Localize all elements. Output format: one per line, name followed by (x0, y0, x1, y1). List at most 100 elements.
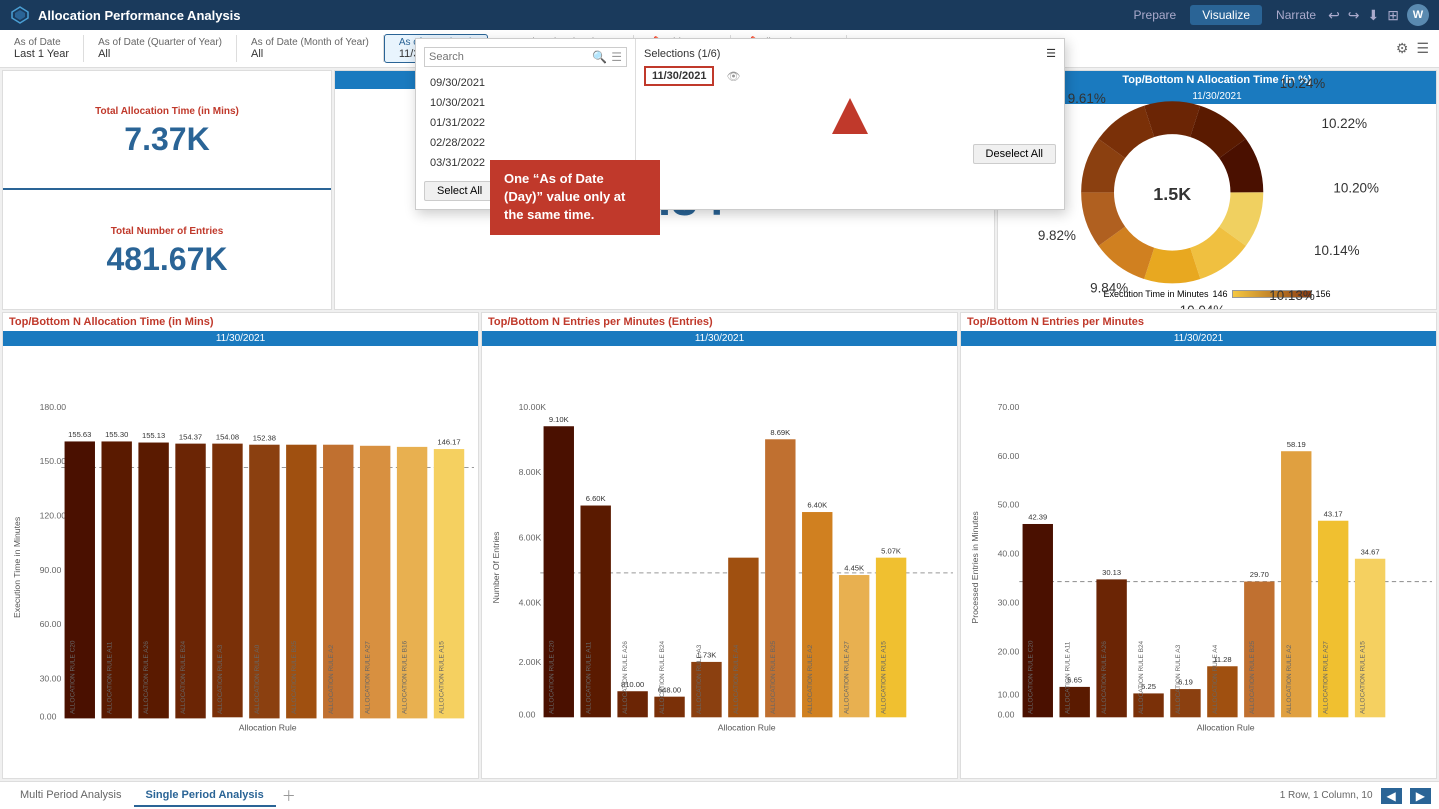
chart1-date: 11/30/2021 (3, 331, 478, 346)
pct-6: 10.04% (1180, 303, 1226, 310)
svg-text:ALLOCATION RULE A11: ALLOCATION RULE A11 (585, 641, 592, 714)
kpi-total-alloc: Total Allocation Time (in Mins) 7.37K (3, 71, 331, 190)
user-avatar[interactable]: W (1407, 4, 1429, 26)
svg-text:5.07K: 5.07K (881, 546, 901, 555)
svg-text:180.00: 180.00 (40, 402, 67, 412)
dd-date-2[interactable]: 10/30/2021 (424, 93, 627, 113)
svg-text:ALLOCATION RULE A2: ALLOCATION RULE A2 (1286, 644, 1293, 714)
svg-text:0.00: 0.00 (519, 709, 536, 719)
nav-prepare[interactable]: Prepare (1122, 5, 1189, 25)
selections-label: Selections (1/6) (644, 48, 720, 60)
svg-text:6.00K: 6.00K (519, 532, 542, 542)
arrow-container (644, 96, 1056, 136)
nav-narrate[interactable]: Narrate (1264, 5, 1328, 25)
pct-2: 10.22% (1321, 116, 1367, 131)
svg-text:Execution Time in Minutes: Execution Time in Minutes (12, 516, 22, 618)
filter-value-quarter: All (98, 48, 222, 60)
svg-text:ALLOCATION RULE A3: ALLOCATION RULE A3 (217, 644, 224, 714)
filter-month[interactable]: As of Date (Month of Year) All (237, 35, 384, 62)
svg-text:155.13: 155.13 (142, 431, 165, 440)
chart3-panel: Top/Bottom N Entries per Minutes 11/30/2… (960, 312, 1437, 779)
svg-text:ALLOCATION RULE A3: ALLOCATION RULE A3 (1175, 644, 1182, 714)
eye-icon[interactable]: 👁 (726, 70, 740, 83)
chart1-panel: Top/Bottom N Allocation Time (in Mins) 1… (2, 312, 479, 779)
svg-text:8.00K: 8.00K (519, 467, 542, 477)
filter-settings-icon[interactable]: ⚙ (1396, 40, 1409, 57)
svg-text:ALLOCATION RULE A15: ALLOCATION RULE A15 (881, 641, 888, 714)
svg-text:ALLOCATION RULE A3: ALLOCATION RULE A3 (696, 644, 703, 714)
svg-text:90.00: 90.00 (40, 565, 62, 575)
selection-chip: 11/30/2021 (644, 66, 714, 86)
header-actions: ↩ ↪ ⬇ ⊞ W (1328, 4, 1429, 26)
kpi-total-entries: Total Number of Entries 481.67K (3, 190, 331, 309)
header-nav: Prepare Visualize Narrate (1122, 5, 1329, 25)
selected-value: 11/30/2021 (652, 70, 706, 82)
svg-text:60.00: 60.00 (40, 619, 62, 629)
dropdown-right: Selections (1/6) ☰ 11/30/2021 👁 Deselect… (636, 39, 1064, 209)
app-logo (10, 5, 30, 25)
svg-text:Processed Entries in Minutes: Processed Entries in Minutes (970, 511, 980, 624)
svg-text:0.00: 0.00 (40, 711, 57, 721)
svg-text:6.40K: 6.40K (807, 501, 827, 510)
chart2-svg: 10.00K 8.00K 6.00K 4.00K 2.00K 0.00 Numb… (486, 350, 953, 774)
pct-1: 10.24% (1280, 76, 1326, 91)
selections-menu-icon[interactable]: ☰ (1046, 47, 1056, 60)
selection-row: 11/30/2021 👁 (644, 66, 1056, 86)
tooltip-text: One “As of Date (Day)” value only at the… (504, 171, 625, 222)
status-bar: 1 Row, 1 Column, 10 ◀ ▶ (1280, 788, 1431, 804)
svg-text:120.00: 120.00 (40, 511, 67, 521)
chart3-svg: 70.00 60.00 50.00 40.00 30.00 20.00 10.0… (965, 350, 1432, 774)
tab-multi-period[interactable]: Multi Period Analysis (8, 785, 134, 807)
svg-text:43.17: 43.17 (1324, 509, 1343, 518)
nav-right-icon[interactable]: ▶ (1410, 788, 1431, 804)
kpi-total-alloc-value: 7.37K (124, 121, 209, 158)
svg-text:ALLOCATION RULE A11: ALLOCATION RULE A11 (1064, 641, 1071, 714)
svg-text:30.13: 30.13 (1102, 568, 1121, 577)
svg-text:155.63: 155.63 (68, 430, 91, 439)
redo-icon[interactable]: ↪ (1348, 7, 1360, 24)
filter-value-as-of-date: Last 1 Year (14, 48, 69, 60)
svg-text:ALLOCATION RULE C20: ALLOCATION RULE C20 (548, 640, 555, 714)
svg-text:ALLOCATION RULE A15: ALLOCATION RULE A15 (439, 641, 446, 714)
select-all-btn[interactable]: Select All (424, 181, 495, 201)
pct-5: 10.13% (1269, 288, 1315, 303)
svg-text:30.00: 30.00 (998, 597, 1020, 607)
svg-text:29.70: 29.70 (1250, 570, 1269, 579)
kpi-total-entries-value: 481.67K (107, 241, 228, 278)
download-icon[interactable]: ⬇ (1368, 7, 1380, 24)
svg-text:ALLOCATION RULE A27: ALLOCATION RULE A27 (1323, 641, 1330, 714)
svg-text:Allocation Rule: Allocation Rule (239, 722, 297, 732)
svg-text:146.17: 146.17 (437, 438, 460, 447)
bottom-row: Top/Bottom N Allocation Time (in Mins) 1… (2, 312, 1437, 779)
svg-text:ALLOCATION RULE A2: ALLOCATION RULE A2 (807, 644, 814, 714)
bars3-group: 42.39 6.65 30.13 5.25 6.19 11.28 29.70 (1023, 440, 1386, 717)
chart3-area: 70.00 60.00 50.00 40.00 30.00 20.00 10.0… (961, 346, 1436, 778)
search-input[interactable] (429, 51, 592, 63)
up-arrow-icon (830, 96, 870, 136)
dd-date-3[interactable]: 01/31/2022 (424, 113, 627, 133)
search-box: 🔍 ☰ (424, 47, 627, 67)
header: Allocation Performance Analysis Prepare … (0, 0, 1439, 30)
share-icon[interactable]: ⊞ (1387, 7, 1399, 24)
chart1-title: Top/Bottom N Allocation Time (in Mins) (3, 313, 478, 331)
svg-text:10.00: 10.00 (998, 690, 1020, 700)
svg-text:34.67: 34.67 (1361, 547, 1380, 556)
svg-text:ALLOCATION RULE A27: ALLOCATION RULE A27 (844, 641, 851, 714)
dd-date-4[interactable]: 02/28/2022 (424, 133, 627, 153)
filter-label-month: As of Date (Month of Year) (251, 37, 369, 48)
tab-single-period[interactable]: Single Period Analysis (134, 785, 276, 807)
svg-text:ALLOCATION RULE A11: ALLOCATION RULE A11 (106, 641, 113, 714)
kpi-panel: Total Allocation Time (in Mins) 7.37K To… (2, 70, 332, 310)
add-tab-icon[interactable]: ＋ (276, 786, 302, 806)
undo-icon[interactable]: ↩ (1328, 7, 1340, 24)
filter-as-of-date[interactable]: As of Date Last 1 Year (10, 35, 84, 62)
nav-left-icon[interactable]: ◀ (1381, 788, 1402, 804)
list-icon[interactable]: ☰ (611, 50, 622, 64)
filter-menu-icon[interactable]: ☰ (1416, 40, 1429, 57)
nav-visualize[interactable]: Visualize (1190, 5, 1262, 25)
filter-label-as-of-date: As of Date (14, 37, 69, 48)
dd-date-1[interactable]: 09/30/2021 (424, 73, 627, 93)
deselect-all-btn[interactable]: Deselect All (973, 144, 1056, 164)
svg-text:Number Of Entries: Number Of Entries (491, 531, 501, 603)
filter-quarter[interactable]: As of Date (Quarter of Year) All (84, 35, 237, 62)
